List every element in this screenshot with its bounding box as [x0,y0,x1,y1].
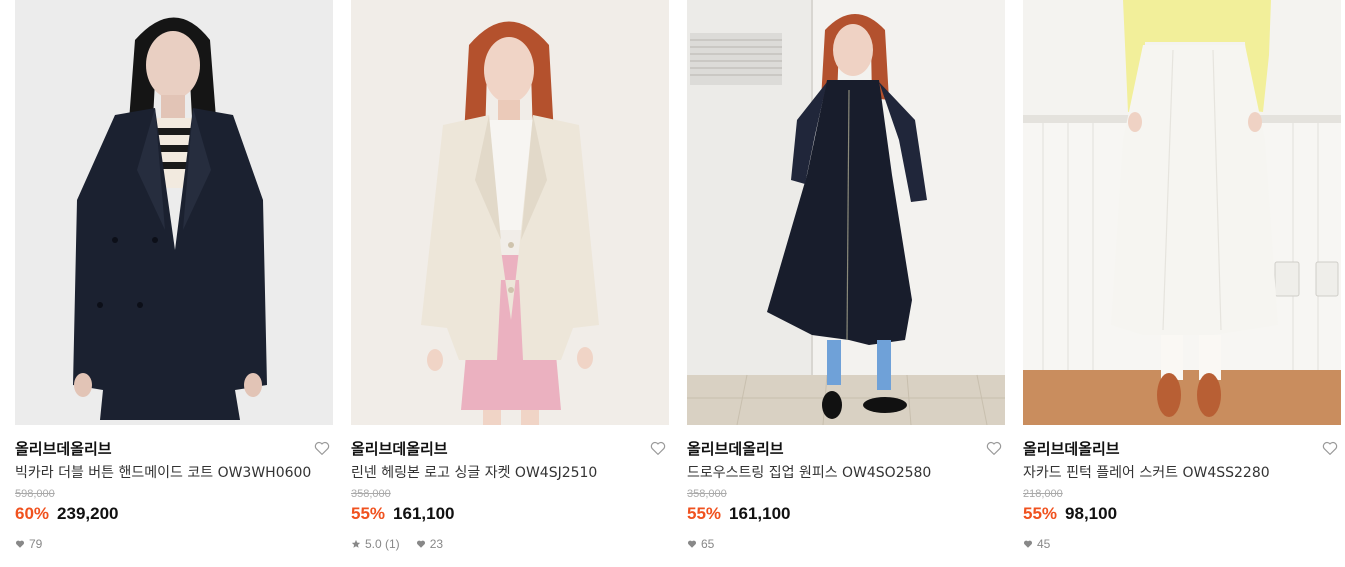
product-name[interactable]: 드로우스트링 집업 원피스 OW4SO2580 [687,463,1005,483]
price-row: 55% 161,100 [351,503,669,525]
product-info: 올리브데올리브 빅카라 더블 버튼 핸드메이드 코트 OW3WH0600 598… [15,425,333,552]
product-image[interactable] [687,0,1005,425]
product-name[interactable]: 자카드 핀턱 플레어 스커트 OW4SS2280 [1023,463,1341,483]
discount-rate: 55% [351,504,386,523]
heart-outline-icon[interactable] [649,439,667,457]
sale-price: 98,100 [1065,504,1118,523]
product-card[interactable]: 올리브데올리브 자카드 핀턱 플레어 스커트 OW4SS2280 218,000… [1023,0,1341,552]
heart-filled-icon [687,539,697,549]
original-price: 358,000 [351,488,391,500]
sale-price: 161,100 [393,504,455,523]
original-price: 598,000 [15,488,55,500]
price-row: 60% 239,200 [15,503,333,525]
brand-name[interactable]: 올리브데올리브 [1023,439,1341,459]
rating: 5.0 (1) [365,537,400,551]
sale-price: 239,200 [57,504,119,523]
product-name[interactable]: 린넨 헤링본 로고 싱글 자켓 OW4SJ2510 [351,463,669,483]
product-image[interactable] [1023,0,1341,425]
product-meta: 5.0 (1) 23 [351,536,669,552]
like-count: 79 [29,537,43,551]
product-card[interactable]: 올리브데올리브 린넨 헤링본 로고 싱글 자켓 OW4SJ2510 358,00… [351,0,669,552]
product-info: 올리브데올리브 드로우스트링 집업 원피스 OW4SO2580 358,000 … [687,425,1005,552]
original-price: 358,000 [687,488,727,500]
product-meta: 45 [1023,536,1341,552]
like-count: 45 [1037,537,1051,551]
product-image[interactable] [351,0,669,425]
sale-price: 161,100 [729,504,791,523]
brand-name[interactable]: 올리브데올리브 [687,439,1005,459]
product-image[interactable] [15,0,333,425]
product-info: 올리브데올리브 린넨 헤링본 로고 싱글 자켓 OW4SJ2510 358,00… [351,425,669,552]
discount-rate: 60% [15,504,50,523]
heart-filled-icon [1023,539,1033,549]
product-meta: 65 [687,536,1005,552]
heart-outline-icon[interactable] [1321,439,1339,457]
discount-rate: 55% [1023,504,1058,523]
heart-filled-icon [416,539,426,549]
price-row: 55% 161,100 [687,503,1005,525]
heart-filled-icon [15,539,25,549]
product-name[interactable]: 빅카라 더블 버튼 핸드메이드 코트 OW3WH0600 [15,463,333,483]
heart-outline-icon[interactable] [985,439,1003,457]
brand-name[interactable]: 올리브데올리브 [15,439,333,459]
product-card[interactable]: 올리브데올리브 빅카라 더블 버튼 핸드메이드 코트 OW3WH0600 598… [15,0,333,552]
price-row: 55% 98,100 [1023,503,1341,525]
product-info: 올리브데올리브 자카드 핀턱 플레어 스커트 OW4SS2280 218,000… [1023,425,1341,552]
product-card[interactable]: 올리브데올리브 드로우스트링 집업 원피스 OW4SO2580 358,000 … [687,0,1005,552]
heart-outline-icon[interactable] [313,439,331,457]
product-grid: 올리브데올리브 빅카라 더블 버튼 핸드메이드 코트 OW3WH0600 598… [15,0,1341,552]
star-icon [351,539,361,549]
original-price: 218,000 [1023,488,1063,500]
product-meta: 79 [15,536,333,552]
like-count: 65 [701,537,715,551]
discount-rate: 55% [687,504,722,523]
brand-name[interactable]: 올리브데올리브 [351,439,669,459]
like-count: 23 [429,537,444,551]
